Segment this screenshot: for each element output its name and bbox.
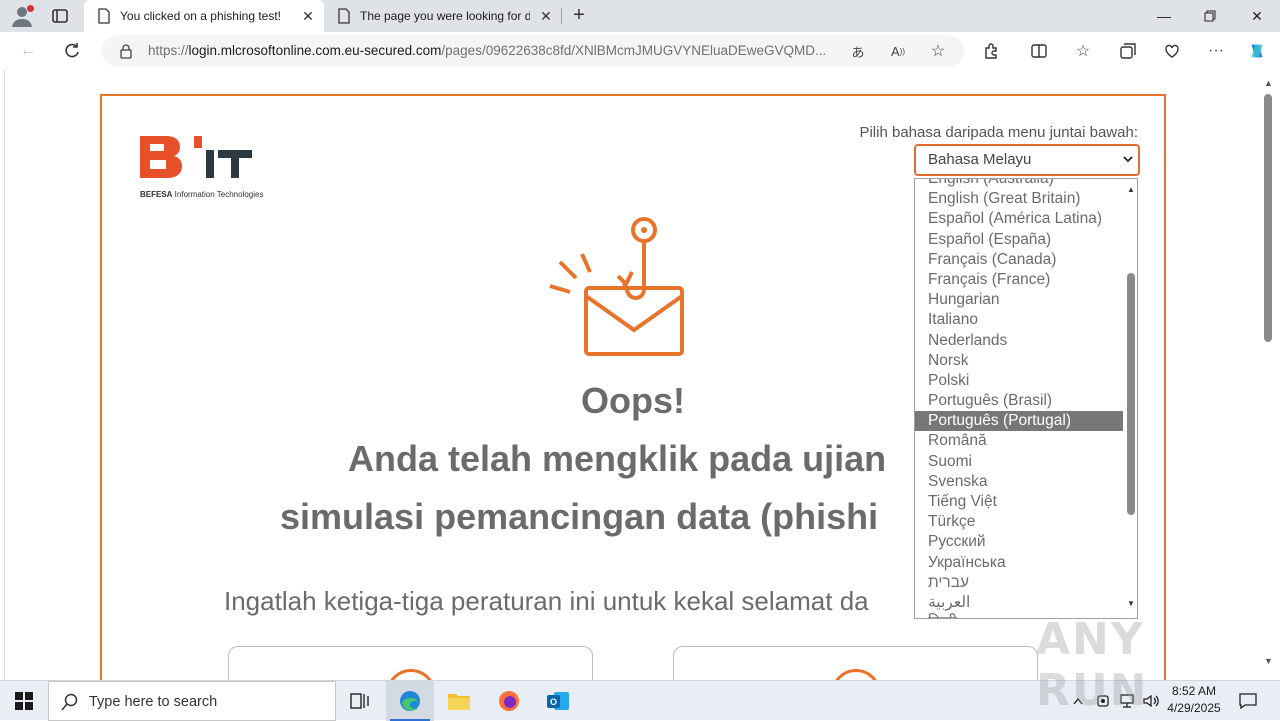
notifications-icon[interactable] xyxy=(1236,681,1260,721)
logo-tagline: BEFESA Information Technologies xyxy=(140,190,263,199)
browser-tab-bar: You clicked on a phishing test! ✕ The pa… xyxy=(0,0,1280,32)
refresh-icon[interactable] xyxy=(62,41,82,61)
language-option[interactable]: Français (Canada) xyxy=(915,250,1123,270)
tab-title: You clicked on a phishing test! xyxy=(120,9,281,23)
search-placeholder: Type here to search xyxy=(89,694,218,710)
more-options-icon[interactable]: ··· xyxy=(1206,41,1226,61)
search-icon xyxy=(61,693,78,711)
language-option[interactable]: Tiếng Việt xyxy=(915,492,1123,512)
logo-mark xyxy=(140,136,252,178)
windows-logo-icon xyxy=(15,692,33,710)
language-option[interactable]: Norsk xyxy=(915,351,1123,371)
file-explorer-icon[interactable] xyxy=(435,681,483,721)
language-selected-value: Bahasa Melayu xyxy=(928,151,1032,168)
anyrun-watermark: ANY RUN xyxy=(1036,606,1236,716)
headline-line-1: Anda telah mengklik pada ujian xyxy=(348,438,887,479)
tab-actions-icon[interactable] xyxy=(50,6,70,26)
read-aloud-icon[interactable]: A)) xyxy=(888,41,908,61)
copilot-icon[interactable] xyxy=(1247,41,1267,61)
language-option[interactable]: Italiano xyxy=(915,310,1123,330)
favorites-icon[interactable]: ☆ xyxy=(1073,41,1093,61)
language-option[interactable]: Română xyxy=(915,431,1123,451)
language-label: Pilih bahasa daripada menu juntai bawah: xyxy=(859,124,1138,141)
task-view-icon[interactable] xyxy=(336,681,384,721)
language-dropdown-list[interactable]: English (Australia) English (Great Britai… xyxy=(914,178,1138,619)
chevron-down-icon xyxy=(1123,156,1133,163)
address-bar[interactable]: https://login.mlcrosoftonline.com.eu-sec… xyxy=(102,35,964,67)
language-options: English (Australia) English (Great Britai… xyxy=(915,179,1123,618)
split-screen-icon[interactable] xyxy=(1029,41,1049,61)
scroll-up-icon[interactable]: ▲ xyxy=(1127,185,1135,194)
dropdown-scrollbar[interactable]: ▲ ▼ xyxy=(1124,179,1137,618)
language-option[interactable]: Hungarian xyxy=(915,290,1123,310)
page-scrollbar-thumb[interactable] xyxy=(1264,94,1272,342)
language-option[interactable]: Português (Brasil) xyxy=(915,391,1123,411)
tab-phishing-test[interactable]: You clicked on a phishing test! ✕ xyxy=(84,0,324,32)
close-window-icon[interactable]: ✕ xyxy=(1234,0,1280,32)
language-option[interactable]: English (Australia) xyxy=(915,179,1123,189)
lock-icon[interactable] xyxy=(118,43,134,59)
logo-tagline-bold: BEFESA xyxy=(140,190,173,199)
notification-dot xyxy=(27,5,34,12)
language-option[interactable]: Español (América Latina) xyxy=(915,209,1123,229)
language-option[interactable]: Українська xyxy=(915,553,1123,573)
page-icon xyxy=(98,8,110,24)
headline-line-2: simulasi pemancingan data (phishi xyxy=(280,496,879,537)
edge-taskbar-icon[interactable] xyxy=(386,681,434,721)
scroll-down-icon[interactable]: ▼ xyxy=(1264,656,1273,666)
language-option[interactable]: Español (España) xyxy=(915,230,1123,250)
svg-text:O: O xyxy=(550,697,557,707)
language-option[interactable]: Svenska xyxy=(915,472,1123,492)
logo-tagline-rest: Information Technologies xyxy=(172,190,264,199)
language-option[interactable]: Français (France) xyxy=(915,270,1123,290)
language-option[interactable]: Türkçe xyxy=(915,512,1123,532)
browser-essentials-icon[interactable] xyxy=(1162,41,1182,61)
language-option[interactable]: Русский xyxy=(915,532,1123,552)
collections-icon[interactable] xyxy=(1118,41,1138,61)
start-button[interactable] xyxy=(0,681,48,721)
language-option[interactable]: Polski xyxy=(915,371,1123,391)
language-option[interactable]: עברית xyxy=(915,573,1123,593)
close-tab-icon[interactable]: ✕ xyxy=(538,8,554,24)
tab-page-not-found[interactable]: The page you were looking for doesn't ex… xyxy=(324,0,562,32)
minimize-icon[interactable]: — xyxy=(1141,0,1187,32)
extensions-icon[interactable] xyxy=(981,41,1001,61)
language-select[interactable]: Bahasa Melayu xyxy=(914,144,1140,176)
firefox-icon[interactable] xyxy=(485,681,533,721)
url-path: /pages/09622638c8fd/XNlBMcmJMUGVYNEluaDE… xyxy=(441,43,827,58)
scroll-up-icon[interactable]: ▲ xyxy=(1264,78,1273,88)
url-text[interactable]: https://login.mlcrosoftonline.com.eu-sec… xyxy=(148,43,848,58)
taskbar-search-box[interactable]: Type here to search xyxy=(48,681,336,721)
url-scheme: https:// xyxy=(148,43,189,58)
tab-separator xyxy=(561,8,562,24)
language-option[interactable]: Suomi xyxy=(915,452,1123,472)
browser-toolbar: ← https://login.mlcrosoftonline.com.eu-s… xyxy=(0,32,1280,70)
url-host: login.mlcrosoftonline.com.eu-secured.com xyxy=(188,43,442,58)
back-icon[interactable]: ← xyxy=(18,41,38,61)
phishing-hook-envelope-icon xyxy=(549,217,684,356)
close-tab-icon[interactable]: ✕ xyxy=(300,8,316,24)
watermark-text: ANY RUN xyxy=(1036,614,1149,716)
new-tab-icon[interactable]: + xyxy=(568,5,590,27)
rules-intro-text: Ingatlah ketiga-tiga peraturan ini untuk… xyxy=(224,586,869,616)
outlook-icon[interactable]: O xyxy=(534,681,582,721)
restore-icon[interactable] xyxy=(1187,0,1233,32)
dropdown-scrollbar-thumb[interactable] xyxy=(1127,273,1135,515)
translate-icon[interactable]: あ xyxy=(848,41,868,61)
favorite-star-icon[interactable]: ☆ xyxy=(928,41,948,61)
page-scrollbar[interactable]: ▲ ▼ xyxy=(1261,70,1275,680)
page-icon xyxy=(338,8,350,24)
tab-title: The page you were looking for doesn't ex… xyxy=(360,9,530,23)
befesa-it-logo: BEFESA Information Technologies xyxy=(140,132,280,204)
language-option[interactable]: Português (Portugal) xyxy=(915,411,1123,432)
language-option[interactable]: English (Great Britain) xyxy=(915,189,1123,209)
language-option[interactable]: Nederlands xyxy=(915,331,1123,351)
